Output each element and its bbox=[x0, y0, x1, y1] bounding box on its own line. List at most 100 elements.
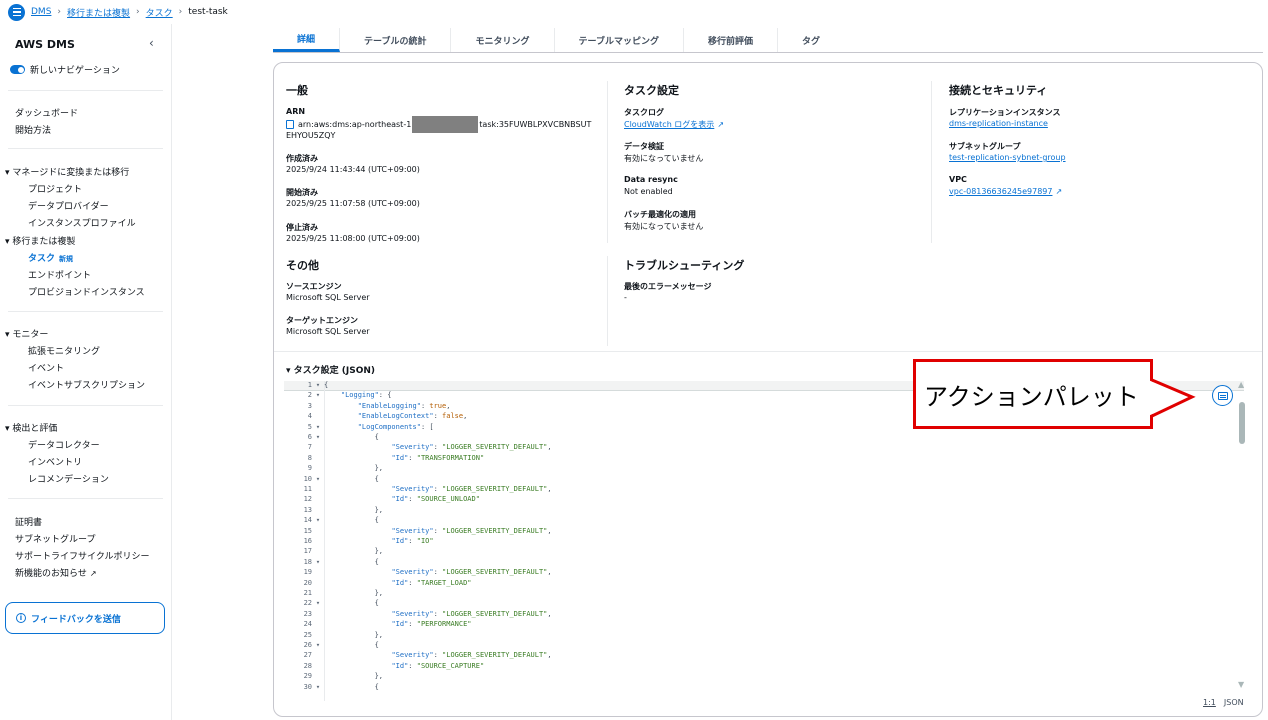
subnet-group-link-text[interactable]: test-replication-sybnet-group bbox=[949, 153, 1066, 162]
toggle-switch[interactable] bbox=[10, 65, 25, 74]
source-engine-value: Microsoft SQL Server bbox=[286, 293, 370, 302]
code-line: 18 ▾ { bbox=[284, 558, 1244, 568]
fold-toggle-icon[interactable]: ▾ bbox=[312, 475, 324, 485]
tab-monitoring[interactable]: モニタリング bbox=[451, 28, 555, 52]
cursor-position[interactable]: 1:1 bbox=[1203, 698, 1216, 707]
new-navigation-toggle[interactable]: 新しいナビゲーション bbox=[10, 63, 120, 76]
line-number: 1 bbox=[307, 381, 312, 389]
tab-table-statistics[interactable]: テーブルの統計 bbox=[340, 28, 452, 52]
fold-toggle-icon[interactable]: ▾ bbox=[312, 516, 324, 526]
divider bbox=[8, 90, 163, 91]
group-label: 移行または複製 bbox=[12, 237, 76, 247]
code-line: 21 }, bbox=[284, 589, 1244, 599]
json-code-editor[interactable]: 1 ▾{2 ▾ "Logging": {3 "EnableLogging": tru… bbox=[284, 381, 1249, 701]
sidebar-item-getting-started[interactable]: 開始方法 bbox=[15, 123, 51, 136]
external-link-icon: ↗ bbox=[717, 120, 725, 129]
fold-toggle-icon[interactable]: ▾ bbox=[312, 599, 324, 609]
new-badge: 新規 bbox=[59, 255, 74, 263]
breadcrumb-dms[interactable]: DMS bbox=[31, 7, 51, 17]
fold-toggle-icon[interactable]: ▾ bbox=[312, 423, 324, 433]
code-text: { bbox=[324, 381, 329, 389]
editor-scrollbar[interactable]: ▲ ▼ bbox=[1238, 380, 1246, 690]
stopped-label: 停止済み bbox=[286, 223, 318, 232]
code-text: { bbox=[324, 557, 379, 566]
scroll-up-icon[interactable]: ▲ bbox=[1238, 380, 1244, 389]
tab-details[interactable]: 詳細 bbox=[273, 28, 341, 52]
sidebar-item-tasks[interactable]: タスク 新規 bbox=[28, 251, 73, 264]
fold-toggle-icon[interactable]: ▾ bbox=[312, 683, 324, 693]
hamburger-menu-icon[interactable] bbox=[8, 3, 25, 21]
sidebar-item-recommendations[interactable]: レコメンデーション bbox=[28, 472, 109, 485]
breadcrumb-current: test-task bbox=[188, 7, 228, 17]
fold-toggle-icon[interactable]: ▾ bbox=[312, 433, 324, 443]
sidebar-item-inventory[interactable]: インベントリ bbox=[28, 455, 82, 468]
code-line: 12 "Id": "SOURCE_UNLOAD" bbox=[284, 495, 1244, 505]
sidebar-item-projects[interactable]: プロジェクト bbox=[28, 182, 82, 195]
callout-text: アクションパレット bbox=[924, 382, 1139, 411]
fold-toggle-icon[interactable]: ▾ bbox=[312, 391, 324, 401]
code-text: "Logging": { bbox=[340, 391, 392, 400]
started-label: 開始済み bbox=[286, 188, 318, 197]
replication-instance-label: レプリケーションインスタンス bbox=[949, 108, 1061, 117]
sidebar-item-instance-profiles[interactable]: インスタンスプロファイル bbox=[28, 216, 136, 229]
sidebar-group-migrate[interactable]: ▾ 移行または複製 bbox=[5, 234, 75, 247]
sidebar-item-dashboard[interactable]: ダッシュボード bbox=[15, 106, 78, 119]
scroll-down-icon[interactable]: ▼ bbox=[1238, 680, 1244, 689]
sidebar-item-event-subscriptions[interactable]: イベントサブスクリプション bbox=[28, 378, 145, 391]
vpc-link[interactable]: vpc-08136636245e97897 bbox=[949, 187, 1052, 196]
code-text: "Severity": "LOGGER_SEVERITY_DEFAULT", bbox=[391, 526, 552, 535]
line-number: 20 bbox=[303, 578, 312, 587]
sidebar-item-data-collectors[interactable]: データコレクター bbox=[28, 438, 100, 451]
breadcrumb-tasks[interactable]: タスク bbox=[146, 6, 173, 19]
sidebar-group-monitor[interactable]: ▾ モニター bbox=[5, 327, 48, 340]
cloudwatch-log-link[interactable]: CloudWatch ログを表示 bbox=[624, 120, 714, 129]
json-section-toggle[interactable]: ▾ タスク設定 (JSON) bbox=[286, 363, 375, 376]
action-palette-icon[interactable] bbox=[1212, 385, 1233, 406]
sidebar-item-endpoints[interactable]: エンドポイント bbox=[28, 268, 91, 281]
line-number: 6 bbox=[307, 433, 312, 441]
fold-toggle-icon[interactable]: ▾ bbox=[312, 641, 324, 651]
line-number: 5 bbox=[307, 422, 312, 431]
code-line: 28 "Id": "SOURCE_CAPTURE" bbox=[284, 662, 1244, 672]
new-navigation-label: 新しいナビゲーション bbox=[30, 66, 120, 76]
arn-prefix: arn:aws:dms:ap-northeast-1 bbox=[298, 120, 412, 129]
tab-premigration-assessment[interactable]: 移行前評価 bbox=[684, 28, 778, 52]
sidebar-item-events[interactable]: イベント bbox=[28, 361, 64, 374]
sidebar-item-data-providers[interactable]: データプロバイダー bbox=[28, 199, 109, 212]
tab-tags[interactable]: タグ bbox=[778, 28, 844, 52]
info-icon: i bbox=[16, 613, 26, 623]
sidebar-item-whats-new[interactable]: 新機能のお知らせ ↗ bbox=[15, 566, 97, 579]
chevron-left-icon[interactable]: ‹ bbox=[149, 36, 154, 50]
tab-table-mappings[interactable]: テーブルマッピング bbox=[555, 28, 684, 52]
sidebar-group-managed[interactable]: ▾ マネージドに変換または移行 bbox=[5, 165, 129, 178]
chevron-right-icon: › bbox=[57, 7, 62, 17]
code-line: 17 }, bbox=[284, 547, 1244, 557]
replication-instance-link-text[interactable]: dms-replication-instance bbox=[949, 119, 1048, 128]
sidebar-item-support-lifecycle[interactable]: サポートライフサイクルポリシー bbox=[15, 549, 150, 562]
code-line: 20 "Id": "TARGET_LOAD" bbox=[284, 579, 1244, 589]
sidebar-title[interactable]: AWS DMS bbox=[15, 38, 75, 51]
data-resync-value: Not enabled bbox=[624, 187, 673, 196]
group-label: マネージドに変換または移行 bbox=[12, 168, 130, 178]
sidebar-item-certificates[interactable]: 証明書 bbox=[15, 515, 42, 528]
divider bbox=[8, 498, 163, 499]
feedback-button[interactable]: i フィードバックを送信 bbox=[5, 602, 165, 634]
data-validation-value: 有効になっていません bbox=[624, 154, 704, 163]
breadcrumb-migrate[interactable]: 移行または複製 bbox=[67, 6, 130, 19]
code-text: { bbox=[324, 516, 379, 525]
fold-toggle-icon[interactable]: ▾ bbox=[312, 381, 324, 391]
line-number: 4 bbox=[307, 412, 312, 421]
code-line: 29 }, bbox=[284, 672, 1244, 682]
subnet-group-link: test-replication-sybnet-group bbox=[949, 153, 1066, 162]
batch-apply-value: 有効になっていません bbox=[624, 222, 704, 231]
fold-toggle-icon[interactable]: ▾ bbox=[312, 558, 324, 568]
sidebar-item-provisioned-instances[interactable]: プロビジョンドインスタンス bbox=[28, 285, 145, 298]
sidebar-item-enhanced-monitoring[interactable]: 拡張モニタリング bbox=[28, 344, 100, 357]
sidebar-item-subnet-groups[interactable]: サブネットグループ bbox=[15, 532, 95, 545]
scroll-thumb[interactable] bbox=[1239, 402, 1245, 444]
sidebar-group-discover[interactable]: ▾ 検出と評価 bbox=[5, 421, 57, 434]
copy-icon[interactable] bbox=[286, 120, 294, 129]
